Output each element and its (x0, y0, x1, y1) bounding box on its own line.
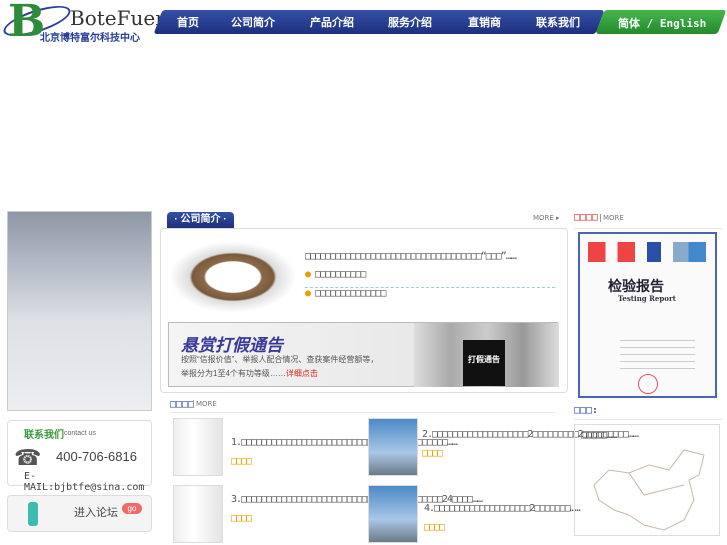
report-title: 检验报告 (608, 279, 664, 295)
news-title: □□□□ (170, 399, 195, 410)
bullet-icon: ● (305, 288, 316, 299)
about-panel: □□□□□□□□□□□□□□□□□□□□□□□□□□□□□□□□□□□“□□□”… (160, 228, 568, 393)
nav-services[interactable]: 服务介绍 (388, 14, 432, 30)
contact-box: 联系我们 contact us ☎ 400-706-6816 E-MAIL:bj… (7, 420, 152, 493)
bullet-icon: ● (305, 269, 316, 280)
banner-title: 悬赏打假通告 (181, 336, 283, 355)
cert-logos (588, 242, 706, 262)
divider (170, 412, 555, 413)
contact-subtitle: contact us (64, 430, 96, 437)
cert-more-link[interactable]: MORE (600, 214, 624, 222)
report-subtitle: Testing Report (618, 294, 676, 303)
sidebar-banner (7, 211, 152, 411)
nav-home[interactable]: 首页 (177, 14, 199, 30)
phone-icon: ☎ (14, 445, 42, 470)
about-item[interactable]: ● □□□□□□□□□□□□□□ (305, 288, 386, 299)
banner-sign: 打假通告 (463, 340, 505, 386)
news-thumbnail[interactable] (368, 485, 418, 543)
news-item[interactable]: 1.□□□□□□□□□□□□□□□□□□□□□□□□□□□□□□□□□□□□□□… (231, 433, 458, 471)
banner-detail-link[interactable]: 详细点击 (286, 369, 318, 378)
about-more-link[interactable]: MORE ▸ (533, 214, 560, 222)
china-map[interactable]: □□□□□…… (574, 424, 720, 536)
about-item-label: □□□□□□□□□□□□□□ (315, 288, 386, 299)
map-text: □□□□□…… (581, 430, 617, 441)
news-item[interactable]: 3.□□□□□□□□□□□□□□□□□□□□□□□□□□□□□□□□□□□□□□… (231, 490, 483, 528)
meeting-image (169, 241, 297, 313)
nav-about[interactable]: 公司简介 (231, 14, 275, 30)
divider (574, 419, 722, 420)
language-switch[interactable]: 简体 / English (618, 15, 706, 31)
china-map-outline (593, 449, 705, 531)
news-thumbnail[interactable] (173, 485, 223, 543)
banner-line1: 按照“信报价值”、举报人配合情况、查获案件经营额等， (181, 355, 379, 364)
test-report-image[interactable]: 检验报告 Testing Report (578, 232, 717, 398)
map-title: □□□: (574, 405, 599, 416)
report-fields (620, 334, 695, 374)
news-item[interactable]: 4.□□□□□□□□□□□□□□□□□□□2□□□□□□□……□□□□ (424, 499, 581, 537)
contact-title: 联系我们 (24, 430, 64, 441)
news-thumbnail[interactable] (368, 418, 418, 476)
contact-email[interactable]: E-MAIL:bjbtfe@sina.com (24, 471, 151, 493)
nav-products[interactable]: 产品介绍 (310, 14, 354, 30)
banner-line2: 举报分为1至4个有功等级……详细点击 (181, 369, 318, 378)
brand-name-cn: 北京博特富尔科技中心 (40, 33, 140, 44)
contact-phone: 400-706-6816 (56, 449, 137, 464)
anti-fake-banner[interactable]: 悬赏打假通告 按照“信报价值”、举报人配合情况、查获案件经营额等， 举报分为1至… (168, 322, 559, 387)
nav-dealers[interactable]: 直销商 (468, 14, 501, 30)
about-item[interactable]: ● □□□□□□□□□□ (305, 269, 366, 280)
go-badge: go (122, 503, 142, 514)
about-item-label: □□□□□□□□□□ (315, 269, 366, 280)
nav-contact[interactable]: 联系我们 (536, 14, 580, 30)
forum-label: 进入论坛 (74, 507, 118, 519)
about-intro: □□□□□□□□□□□□□□□□□□□□□□□□□□□□□□□□□□□“□□□”… (305, 251, 517, 262)
cert-title: □□□□ (574, 212, 599, 223)
about-tab[interactable]: · 公司简介 · (167, 212, 234, 228)
news-more-link[interactable]: MORE (193, 400, 217, 408)
user-icon (28, 502, 38, 526)
news-item[interactable]: 2.□□□□□□□□□□□□□□□□□□□2□□□□□□□□□2□□□□□□□□… (422, 425, 639, 463)
news-thumbnail[interactable] (173, 418, 223, 476)
divider (574, 228, 722, 229)
brand-name: BoteFuer (70, 6, 165, 30)
forum-button[interactable]: 进入论坛 go (7, 495, 152, 532)
seal (638, 374, 658, 394)
